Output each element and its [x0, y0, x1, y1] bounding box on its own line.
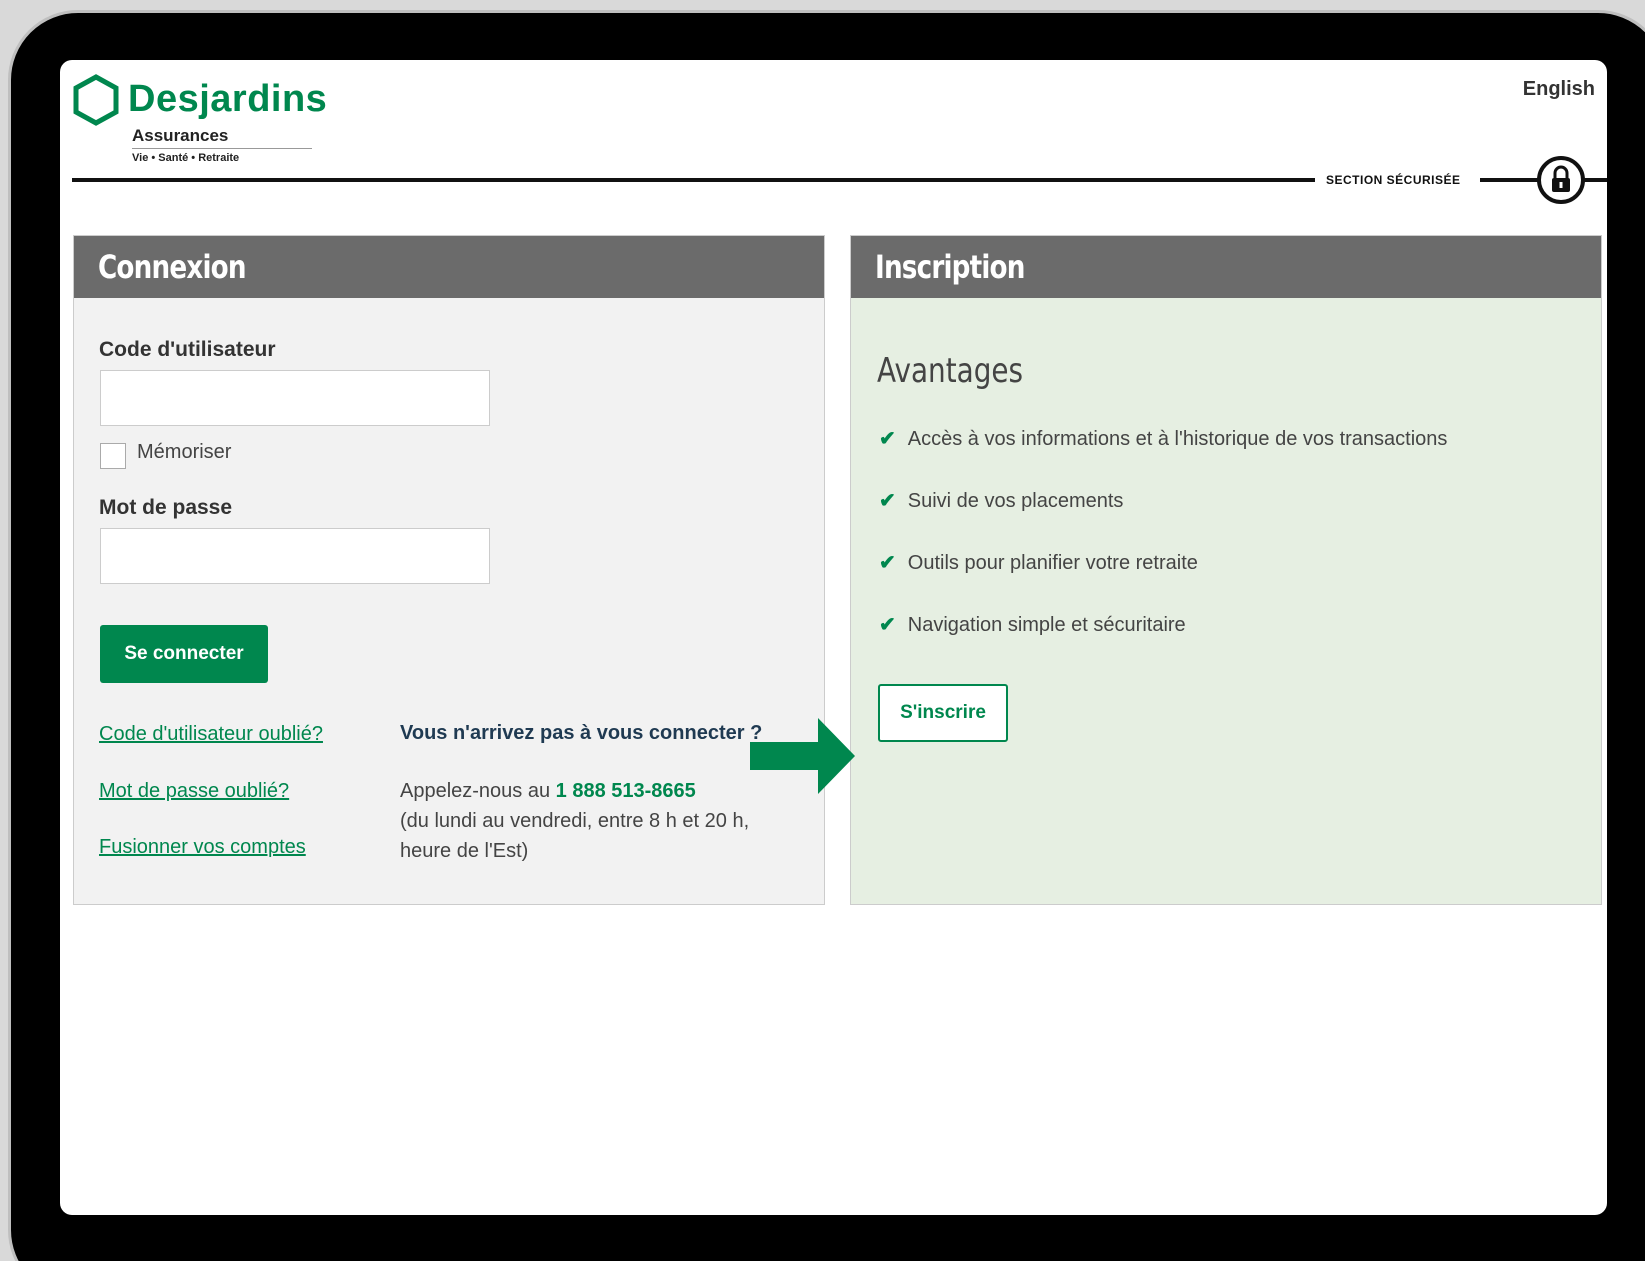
header-rule	[72, 178, 1315, 182]
remember-label[interactable]: Mémoriser	[137, 441, 231, 464]
signup-panel: Inscription Avantages ✔ Accès à vos infor…	[850, 235, 1602, 905]
password-label: Mot de passe	[99, 496, 233, 519]
help-phone[interactable]: 1 888 513-8665	[556, 780, 696, 802]
username-label: Code d'utilisateur	[99, 338, 276, 361]
login-panel-header: Connexion	[74, 236, 824, 298]
check-icon: ✔	[879, 552, 896, 574]
secure-section-label: SECTION SÉCURISÉE	[1326, 173, 1461, 187]
remember-checkbox[interactable]	[100, 443, 126, 469]
brand-sub: Assurances	[132, 126, 229, 145]
advantages-title: Avantages	[877, 351, 1055, 391]
language-link[interactable]: English	[1523, 78, 1595, 101]
forgot-username-link[interactable]: Code d'utilisateur oublié?	[99, 723, 323, 746]
check-icon: ✔	[879, 490, 896, 512]
arrow-right-icon	[750, 718, 855, 794]
benefit-item: ✔ Outils pour planifier votre retraite	[879, 550, 1198, 575]
brand-tagline: Vie • Santé • Retraite	[132, 152, 240, 164]
forgot-password-link[interactable]: Mot de passe oublié?	[99, 780, 289, 803]
signup-title: Inscription	[875, 248, 1025, 286]
screen: Desjardins Assurances Vie • Santé • Retr…	[60, 60, 1607, 1215]
header-rule-end	[1583, 178, 1607, 182]
advantages-title-text: Avantages	[877, 351, 1024, 391]
signup-panel-header: Inscription	[851, 236, 1601, 298]
help-hours: (du lundi au vendredi, entre 8 h et 20 h…	[400, 810, 750, 862]
benefit-item: ✔ Suivi de vos placements	[879, 488, 1123, 513]
help-prefix: Appelez-nous au	[400, 780, 556, 802]
signup-button[interactable]: S'inscrire	[878, 684, 1008, 742]
desjardins-logo[interactable]: Desjardins Assurances Vie • Santé • Retr…	[72, 74, 327, 164]
login-panel: Connexion Code d'utilisateur Mémoriser M…	[73, 235, 825, 905]
help-title: Vous n'arrivez pas à vous connecter ?	[400, 722, 763, 744]
benefit-text: Suivi de vos placements	[907, 490, 1124, 512]
logo-divider	[132, 148, 312, 149]
benefit-text: Accès à vos informations et à l'historiq…	[907, 428, 1448, 450]
merge-accounts-link[interactable]: Fusionner vos comptes	[99, 836, 306, 859]
lock-icon	[1537, 156, 1585, 204]
desjardins-hexagon-icon	[73, 74, 119, 126]
login-button[interactable]: Se connecter	[100, 625, 268, 683]
check-icon: ✔	[879, 614, 896, 636]
benefit-item: ✔ Accès à vos informations et à l'histori…	[879, 426, 1447, 451]
username-input[interactable]	[100, 370, 490, 426]
login-title: Connexion	[98, 248, 247, 286]
benefit-text: Outils pour planifier votre retraite	[907, 552, 1198, 574]
benefit-item: ✔ Navigation simple et sécuritaire	[879, 612, 1186, 637]
brand-name: Desjardins	[128, 78, 328, 120]
benefit-text: Navigation simple et sécuritaire	[907, 614, 1186, 636]
check-icon: ✔	[879, 428, 896, 450]
password-input[interactable]	[100, 528, 490, 584]
help-text: Appelez-nous au 1 888 513-8665 (du lundi…	[400, 776, 780, 866]
header-rule-segment	[1480, 178, 1540, 182]
